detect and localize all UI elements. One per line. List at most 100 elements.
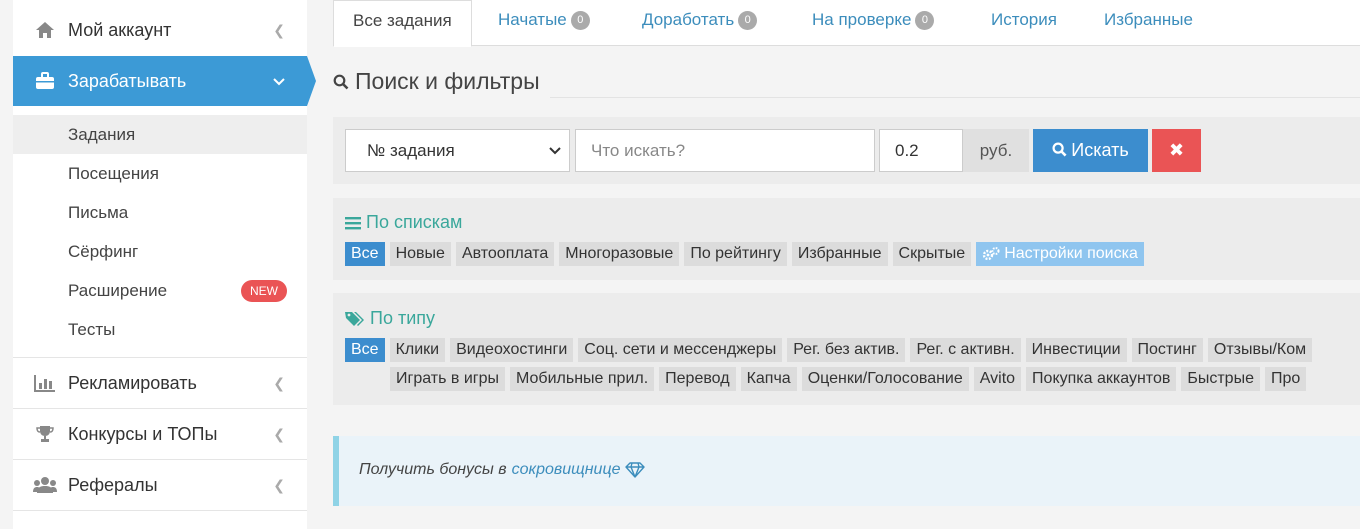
nav-earn[interactable]: Зарабатывать — [13, 56, 316, 106]
trophy-icon — [33, 422, 57, 446]
search-title-text: Поиск и фильтры — [355, 68, 540, 94]
filter-lists-title: По спискам — [366, 212, 463, 232]
filter-tag[interactable]: Покупка аккаунтов — [1026, 367, 1177, 391]
search-button-label: Искать — [1071, 140, 1129, 160]
tab-started[interactable]: Начатые 0 — [498, 0, 590, 46]
tab-favorites[interactable]: Избранные — [1104, 0, 1193, 46]
submenu-item-tasks[interactable]: Задания — [13, 115, 307, 154]
tab-label: Начатые — [498, 10, 567, 29]
filter-type-title: По типу — [370, 308, 435, 328]
filter-tag[interactable]: Видеохостинги — [450, 338, 574, 362]
treasury-link[interactable]: сокровищнице — [512, 461, 621, 479]
sidebar: Мой аккаунт ❮ Зарабатывать Задания Посещ… — [13, 0, 316, 529]
filter-tag[interactable]: Перевод — [659, 367, 736, 391]
nav-advertise[interactable]: Рекламировать ❮ — [13, 358, 307, 408]
search-section-title: Поиск и фильтры — [333, 68, 540, 95]
nav-referrals-label: Рефералы — [68, 474, 158, 495]
nav-contests-label: Конкурсы и ТОПы — [68, 423, 218, 444]
filter-tag[interactable]: Про — [1264, 367, 1307, 391]
new-badge: NEW — [241, 280, 287, 302]
tab-history[interactable]: История — [991, 0, 1057, 46]
filter-tag[interactable]: Все — [345, 338, 385, 362]
nav-advertise-label: Рекламировать — [68, 372, 197, 393]
chevron-down-icon — [549, 130, 561, 171]
search-settings-button[interactable]: Настройки поиска — [976, 242, 1144, 266]
filter-tag[interactable]: Многоразовые — [559, 242, 680, 266]
filter-tag[interactable]: Рег. с активн. — [910, 338, 1021, 362]
tab-all-tasks[interactable]: Все задания — [333, 0, 472, 47]
search-field-select-value: № задания — [367, 141, 455, 160]
tab-label: Доработать — [642, 10, 735, 29]
tab-label: На проверке — [812, 10, 912, 29]
search-button[interactable]: Искать — [1033, 129, 1148, 172]
filter-tag[interactable]: Капча — [740, 367, 797, 391]
nav-earn-label: Зарабатывать — [68, 70, 187, 91]
type-filter-tags-row2: Играть в игры Мобильные прил. Перевод Ка… — [390, 367, 1311, 391]
divider — [550, 97, 1360, 98]
filter-tag[interactable]: Мобильные прил. — [510, 367, 655, 391]
bonus-notice: Получить бонусы в сокровищнице — [333, 436, 1360, 506]
min-price-input[interactable]: 0.2 — [879, 129, 963, 172]
filter-tag[interactable]: Играть в игры — [390, 367, 506, 391]
tab-label: История — [991, 10, 1057, 29]
search-field-select[interactable]: № задания — [345, 129, 570, 172]
diamond-icon — [624, 462, 645, 478]
filter-tag[interactable]: Соц. сети и мессенджеры — [578, 338, 783, 362]
chevron-left-icon: ❮ — [273, 425, 285, 442]
filter-tag[interactable]: Новые — [389, 242, 451, 266]
submenu-item-extension[interactable]: Расширение NEW — [13, 271, 307, 310]
tab-count-badge: 0 — [738, 11, 758, 30]
tab-under-review[interactable]: На проверке 0 — [812, 0, 935, 46]
filter-tag[interactable]: Быстрые — [1181, 367, 1260, 391]
filter-tag[interactable]: Оценки/Голосование — [801, 367, 969, 391]
chevron-left-icon: ❮ — [273, 21, 285, 38]
nav-contests[interactable]: Конкурсы и ТОПы ❮ — [13, 409, 307, 459]
nav-my-account[interactable]: Мой аккаунт ❮ — [13, 4, 307, 56]
tab-count-badge: 0 — [915, 11, 935, 30]
search-settings-label: Настройки поиска — [1004, 245, 1138, 262]
list-filter-tags: Все Новые Автооплата Многоразовые По рей… — [345, 242, 1149, 266]
chevron-left-icon: ❮ — [273, 374, 285, 391]
users-icon — [33, 473, 57, 497]
nav-referrals[interactable]: Рефералы ❮ — [13, 460, 307, 510]
bar-chart-icon — [33, 371, 57, 395]
filter-tag[interactable]: Avito — [973, 367, 1022, 391]
gears-icon — [982, 247, 1000, 261]
tab-rework[interactable]: Доработать 0 — [642, 0, 758, 46]
submenu-item-surfing[interactable]: Сёрфинг — [13, 232, 307, 271]
briefcase-icon — [33, 69, 57, 93]
search-input[interactable]: Что искать? — [575, 129, 875, 172]
filter-by-type: По типу Все Клики Видеохостинги Соц. сет… — [333, 293, 1360, 405]
filter-tag[interactable]: Все — [345, 242, 385, 266]
submenu-item-letters[interactable]: Письма — [13, 193, 307, 232]
filter-tag[interactable]: Клики — [389, 338, 446, 362]
filter-lists-heading: По спискам — [345, 212, 462, 233]
filter-tag[interactable]: Постинг — [1131, 338, 1203, 362]
submenu-item-visits[interactable]: Посещения — [13, 154, 307, 193]
submenu-item-tests[interactable]: Тесты — [13, 310, 307, 349]
chevron-left-icon: ❮ — [273, 476, 285, 493]
filter-tag[interactable]: Отзывы/Ком — [1207, 338, 1313, 362]
tab-label: Избранные — [1104, 10, 1193, 29]
home-icon — [33, 18, 57, 42]
filter-tag[interactable]: По рейтингу — [684, 242, 787, 266]
filter-tag[interactable]: Скрытые — [892, 242, 972, 266]
tags-icon — [345, 311, 365, 327]
bonus-notice-label: Получить бонусы в — [359, 461, 507, 478]
earn-submenu: Задания Посещения Письма Сёрфинг Расшире… — [13, 115, 307, 349]
nav-my-account-label: Мой аккаунт — [68, 19, 172, 40]
list-icon — [345, 216, 361, 230]
tasks-tabs: Все задания Начатые 0 Доработать 0 На пров… — [333, 0, 1360, 47]
close-icon: ✖ — [1168, 140, 1185, 160]
filter-tag[interactable]: Рег. без актив. — [787, 338, 906, 362]
filter-by-lists: По спискам Все Новые Автооплата Многораз… — [333, 198, 1360, 280]
filter-tag[interactable]: Избранные — [791, 242, 888, 266]
filter-tag[interactable]: Автооплата — [455, 242, 555, 266]
divider — [13, 510, 307, 511]
submenu-item-extension-label: Расширение — [68, 281, 168, 300]
tab-label: Все задания — [353, 11, 452, 30]
clear-button[interactable]: ✖ — [1152, 129, 1201, 172]
filter-tag[interactable]: Инвестиции — [1025, 338, 1127, 362]
currency-addon: руб. — [963, 129, 1029, 172]
search-bar: № задания Что искать? 0.2 руб. Искать ✖ — [333, 117, 1360, 184]
